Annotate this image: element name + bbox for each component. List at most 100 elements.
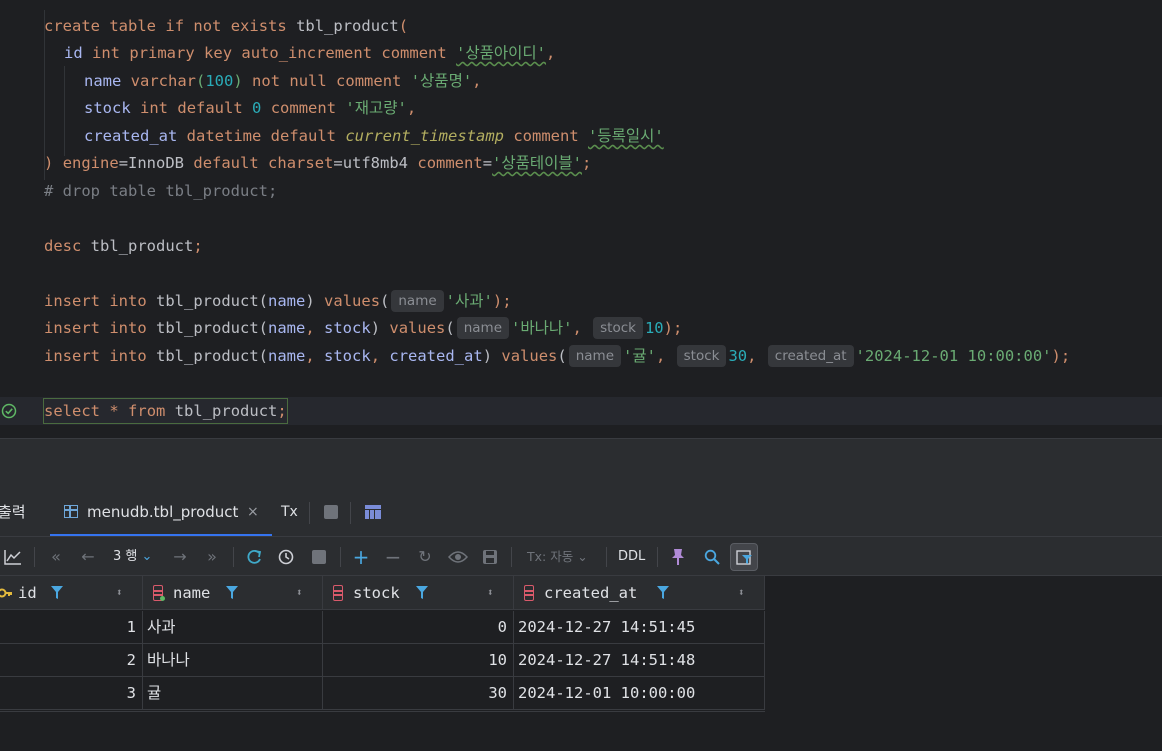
search-icon[interactable]: [704, 549, 720, 565]
cell-id[interactable]: 3: [0, 677, 143, 710]
page-size-selector[interactable]: 3 행 ⌄: [113, 545, 152, 569]
cell-name[interactable]: 사과: [143, 611, 323, 644]
parameter-hint: name: [568, 344, 622, 367]
keyword: comment: [270, 99, 337, 117]
stop-icon[interactable]: [324, 505, 338, 519]
keyword: comment: [336, 72, 402, 90]
first-page-icon[interactable]: «: [47, 545, 65, 569]
code-line-9[interactable]: insert into tbl_product(name) values(nam…: [44, 289, 512, 313]
tab-tx[interactable]: Tx: [281, 490, 298, 536]
submit-icon[interactable]: [482, 549, 498, 565]
paren: (: [380, 292, 390, 310]
cell-id[interactable]: 2: [0, 644, 143, 677]
separator: [606, 547, 607, 567]
cell-created-at[interactable]: 2024-12-01 10:00:00: [514, 677, 765, 710]
column-icon: [524, 585, 534, 601]
column-name: name: [268, 319, 306, 337]
code-line-10[interactable]: insert into tbl_product(name, stock) val…: [44, 316, 682, 340]
column-header-created-at[interactable]: created_at ⬍: [514, 576, 765, 610]
cell-stock[interactable]: 10: [323, 644, 514, 677]
keyword: from: [128, 402, 166, 420]
column-name: stock: [324, 319, 371, 337]
code-line-6[interactable]: ) engine=InnoDB default charset=utf8mb4 …: [44, 151, 591, 175]
separator: [309, 502, 310, 524]
services-tab-bar: 출력 menudb.tbl_product × Tx: [0, 490, 1162, 536]
comment: # drop table tbl_product;: [44, 182, 278, 200]
comma: ,: [305, 347, 325, 365]
keyword: charset: [268, 154, 334, 172]
refresh-icon[interactable]: [245, 548, 263, 566]
result-toolbar: « ← 3 행 ⌄ → » + − ↻ Tx: 자동 ⌄ DDL: [0, 536, 1162, 576]
ddl-button[interactable]: DDL: [618, 545, 645, 569]
sort-icon[interactable]: ⬍: [487, 576, 494, 610]
filter-icon[interactable]: [226, 586, 238, 599]
tab-output[interactable]: 출력: [0, 490, 26, 536]
preview-eye-icon[interactable]: [448, 550, 468, 564]
next-page-icon[interactable]: →: [171, 545, 189, 569]
cell-name[interactable]: 바나나: [143, 644, 323, 677]
code-line-1[interactable]: create table if not exists tbl_product(: [44, 14, 408, 38]
charset-value: =utf8mb4: [333, 154, 409, 172]
code-line-8[interactable]: desc tbl_product;: [44, 234, 203, 258]
cell-name[interactable]: 귤: [143, 677, 323, 710]
column-header-name[interactable]: name ⬍: [143, 576, 323, 610]
keyword: into: [109, 347, 147, 365]
sort-icon[interactable]: ⬍: [738, 576, 745, 610]
keyword: exists: [230, 17, 287, 35]
column-header-id[interactable]: id ⬍: [0, 576, 143, 610]
delete-row-icon[interactable]: −: [384, 545, 402, 569]
close-icon[interactable]: ×: [247, 490, 259, 534]
keyword: default: [270, 127, 336, 145]
cell-created-at[interactable]: 2024-12-27 14:51:48: [514, 644, 765, 677]
result-grid[interactable]: id ⬍ name ⬍ stock ⬍ created_at ⬍ 1 사과 0 …: [0, 576, 765, 712]
sort-icon[interactable]: ⬍: [116, 576, 123, 610]
code-line-2[interactable]: id int primary key auto_increment commen…: [64, 41, 555, 65]
paren: ): [370, 319, 381, 337]
add-row-icon[interactable]: +: [352, 545, 370, 569]
code-line-5[interactable]: created_at datetime default current_time…: [84, 124, 664, 148]
revert-icon[interactable]: ↻: [416, 545, 434, 569]
keyword: select: [44, 402, 100, 420]
pin-icon[interactable]: [671, 548, 685, 566]
paren: ): [482, 347, 493, 365]
filter-icon[interactable]: [51, 586, 63, 599]
keyword: insert: [44, 347, 100, 365]
tab-result-table[interactable]: menudb.tbl_product ×: [50, 490, 272, 536]
type: varchar: [130, 72, 196, 90]
transaction-mode-selector[interactable]: Tx: 자동 ⌄: [527, 545, 588, 569]
panel-splitter[interactable]: [0, 438, 1162, 490]
code-line-12[interactable]: select * from tbl_product;: [43, 398, 288, 424]
executed-check-icon[interactable]: [1, 403, 17, 419]
cell-created-at[interactable]: 2024-12-27 14:51:45: [514, 611, 765, 644]
code-line-7[interactable]: # drop table tbl_product;: [44, 179, 277, 203]
parameter-hint: stock: [593, 316, 643, 339]
string-literal: '사과': [445, 292, 493, 310]
cell-stock[interactable]: 0: [323, 611, 514, 644]
sql-editor[interactable]: create table if not exists tbl_product( …: [0, 0, 1162, 438]
layout-icon[interactable]: [365, 505, 381, 519]
filter-toggle-button[interactable]: [730, 543, 758, 571]
code-line-4[interactable]: stock int default 0 comment '재고량',: [84, 96, 416, 120]
column-header-label: created_at: [544, 584, 638, 602]
table-row[interactable]: 1 사과 0 2024-12-27 14:51:45: [0, 611, 765, 644]
rows-count-label: 3 행: [113, 549, 138, 564]
cell-id[interactable]: 1: [0, 611, 143, 644]
tab-tx-label: Tx: [281, 504, 298, 520]
table-row[interactable]: 2 바나나 10 2024-12-27 14:51:48: [0, 644, 765, 677]
previous-page-icon[interactable]: ←: [79, 545, 97, 569]
filter-icon[interactable]: [416, 586, 428, 599]
chart-icon[interactable]: [4, 549, 22, 565]
table-row[interactable]: 3 귤 30 2024-12-01 10:00:00: [0, 677, 765, 710]
filter-icon[interactable]: [657, 586, 669, 599]
stop-query-icon[interactable]: [312, 550, 326, 564]
chevron-down-icon: ⌄: [577, 549, 588, 564]
separator: [340, 547, 341, 567]
column-header-stock[interactable]: stock ⬍: [323, 576, 514, 610]
code-line-3[interactable]: name varchar(100) not null comment '상품명'…: [84, 69, 482, 93]
cell-stock[interactable]: 30: [323, 677, 514, 710]
sort-icon[interactable]: ⬍: [296, 576, 303, 610]
last-page-icon[interactable]: »: [203, 545, 221, 569]
equals: =: [482, 154, 493, 172]
code-line-11[interactable]: insert into tbl_product(name, stock, cre…: [44, 344, 1070, 368]
history-icon[interactable]: [277, 548, 295, 566]
